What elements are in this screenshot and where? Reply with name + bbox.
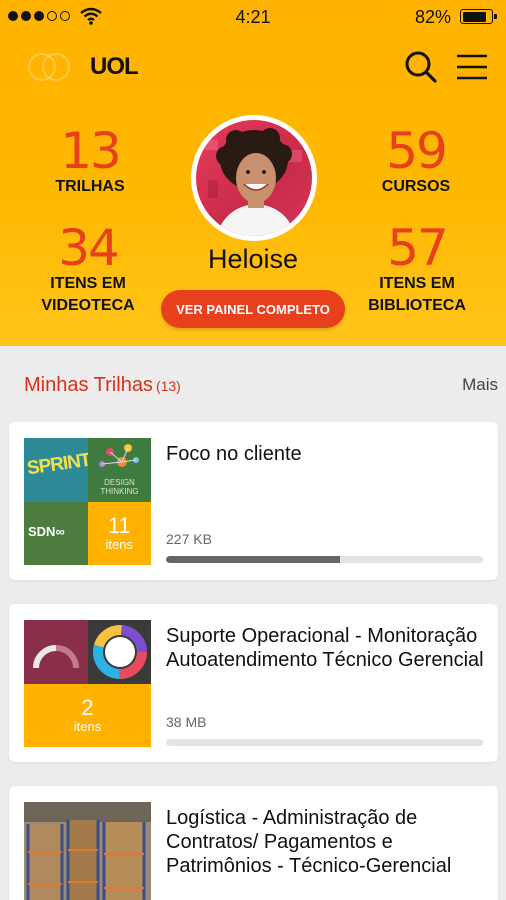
items-count: 2 <box>81 694 94 720</box>
trail-thumbnail <box>24 802 151 900</box>
trail-thumbnail: SPRINT DESIGN THINKING SDN∞ 11 itens <box>24 438 151 565</box>
logo-text: UOL <box>90 53 139 80</box>
stat-cursos[interactable]: 59 CURSOS <box>336 126 496 198</box>
menu-button[interactable] <box>452 47 492 87</box>
sprint-label: SPRINT <box>25 449 88 480</box>
stat-trilhas-label: TRILHAS <box>55 178 125 195</box>
hamburger-menu-icon <box>457 54 487 80</box>
donut-thumb <box>87 620 151 684</box>
gauge-graphic <box>33 645 79 669</box>
stat-videoteca-label-line2: VIDEOTECA <box>41 297 135 314</box>
trail-title: Foco no cliente <box>166 443 302 465</box>
trail-progress-fill <box>166 556 341 563</box>
items-count-tile: 11 itens <box>87 501 151 565</box>
infinity-icon: ∞ <box>55 523 65 539</box>
stat-videoteca-value: 34 <box>58 219 120 277</box>
gauge-thumb <box>24 620 88 684</box>
sdn-text: SDN <box>28 523 56 539</box>
stat-cursos-value: 59 <box>386 122 448 180</box>
section-title: Minhas Trilhas (13) <box>24 374 181 397</box>
stat-videoteca-label-line1: ITENS EM <box>50 275 126 292</box>
stat-trilhas[interactable]: 13 TRILHAS <box>10 126 170 198</box>
profile-photo <box>204 128 302 236</box>
battery-percent: 82% <box>415 7 452 27</box>
stat-biblioteca-label-line2: BIBLIOTECA <box>368 297 466 314</box>
stat-biblioteca[interactable]: 57 ITENS EM BIBLIOTECA <box>337 223 497 317</box>
stat-trilhas-value: 13 <box>60 122 122 180</box>
sdn-thumb: SDN∞ <box>24 501 88 565</box>
trail-progress <box>166 556 483 563</box>
user-name: Heloise <box>207 244 299 274</box>
items-label: itens <box>105 536 133 552</box>
logo-mark-icon <box>28 50 84 84</box>
items-count: 11 <box>107 512 131 538</box>
trail-thumbnail: 2 itens <box>24 620 151 747</box>
stat-cursos-label: CURSOS <box>381 178 451 195</box>
trail-card[interactable]: Logística - Administração de Contratos/ … <box>9 786 498 900</box>
trail-title: Suporte Operacional - Monitoração Autoat… <box>166 625 484 671</box>
profile-header: 4:21 82% UOL 13 TRILHAS 59 CURSOS 34 ITE… <box>0 0 506 346</box>
items-count-tile: 2 itens <box>24 683 151 747</box>
trail-card[interactable]: 2 itens Suporte Operacional - Monitoraçã… <box>9 604 498 762</box>
design-thinking-label: DESIGN THINKING <box>100 478 139 496</box>
section-title-text: Minhas Trilhas <box>24 374 153 396</box>
trail-title: Logística - Administração de Contratos/ … <box>166 807 452 877</box>
avatar[interactable] <box>191 115 317 241</box>
status-bar: 4:21 82% <box>0 0 506 34</box>
sdn-label: SDN∞ <box>28 524 65 539</box>
uol-logo[interactable]: UOL <box>28 50 139 84</box>
donut-chart-graphic <box>92 625 147 679</box>
search-button[interactable] <box>401 47 441 87</box>
trail-card[interactable]: SPRINT DESIGN THINKING SDN∞ 11 itens Foc… <box>9 422 498 580</box>
stat-biblioteca-label-line1: ITENS EM <box>379 275 455 292</box>
section-count: (13) <box>155 378 181 394</box>
design-thinking-thumb: DESIGN THINKING <box>87 438 151 502</box>
trail-progress <box>166 739 483 746</box>
search-icon <box>405 51 437 83</box>
sprint-thumb: SPRINT <box>24 438 88 502</box>
stat-videoteca[interactable]: 34 ITENS EM VIDEOTECA <box>8 223 168 317</box>
items-label: itens <box>73 718 102 734</box>
stat-biblioteca-value: 57 <box>387 219 449 277</box>
warehouse-photo <box>24 802 151 900</box>
trail-size: 38 MB <box>166 714 207 730</box>
more-link[interactable]: Mais <box>462 375 498 395</box>
trail-size: 227 KB <box>166 531 212 547</box>
view-full-panel-button[interactable]: VER PAINEL COMPLETO <box>161 290 345 328</box>
battery-icon <box>460 9 497 24</box>
